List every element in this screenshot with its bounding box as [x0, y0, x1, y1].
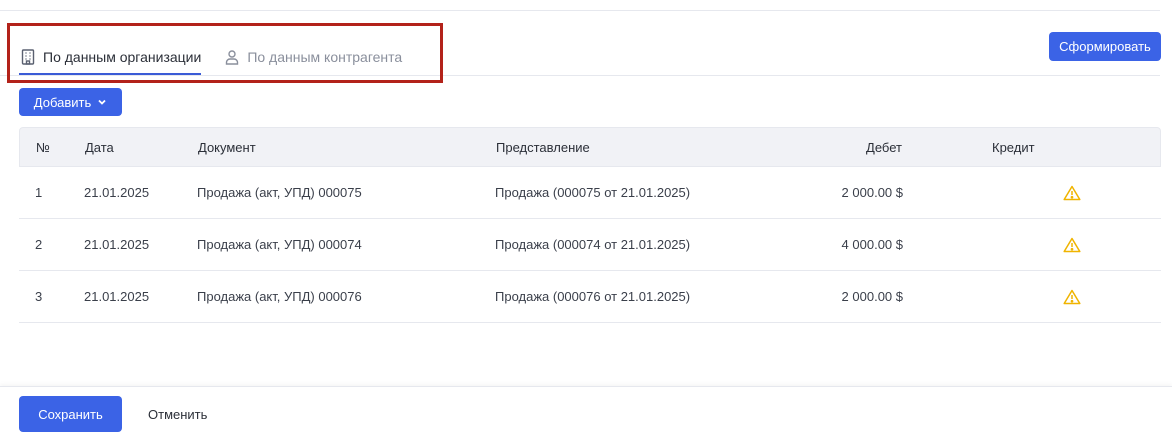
warning-icon — [1063, 271, 1081, 322]
row-document: Продажа (акт, УПД) 000076 — [197, 289, 362, 304]
form-button[interactable]: Сформировать — [1049, 32, 1161, 61]
row-debit: 2 000.00 $ — [841, 289, 903, 304]
row-date: 21.01.2025 — [84, 289, 150, 304]
table-header: № Дата Документ Представление Дебет Кред… — [19, 127, 1161, 167]
row-date: 21.01.2025 — [84, 185, 150, 200]
table-row[interactable]: 1 21.01.2025 Продажа (акт, УПД) 000075 П… — [19, 167, 1161, 219]
add-dropdown-button[interactable]: Добавить — [19, 88, 122, 116]
chevron-down-icon — [97, 97, 107, 107]
tab-counterparty[interactable]: По данным контрагента — [223, 38, 402, 75]
table-row[interactable]: 2 21.01.2025 Продажа (акт, УПД) 000074 П… — [19, 219, 1161, 271]
row-document: Продажа (акт, УПД) 000074 — [197, 237, 362, 252]
entries-table: № Дата Документ Представление Дебет Кред… — [19, 127, 1161, 323]
row-num: 1 — [35, 185, 43, 200]
footer-bar: Сохранить Отменить — [0, 386, 1172, 436]
header-credit: Кредит — [992, 139, 1035, 155]
warning-icon — [1063, 167, 1081, 218]
tab-counterparty-label: По данным контрагента — [247, 48, 403, 65]
header-representation: Представление — [496, 139, 590, 155]
row-representation: Продажа (000074 от 21.01.2025) — [495, 237, 691, 252]
tab-bar: По данным организации По данным контраге… — [19, 38, 402, 76]
row-num: 3 — [35, 289, 43, 304]
header-debit: Дебет — [866, 139, 902, 155]
warning-icon — [1063, 219, 1081, 270]
person-icon — [223, 48, 241, 66]
save-button[interactable]: Сохранить — [19, 396, 122, 432]
row-date: 21.01.2025 — [84, 237, 150, 252]
add-button-label: Добавить — [33, 94, 92, 110]
tabs-divider — [0, 75, 1160, 76]
row-num: 2 — [35, 237, 43, 252]
cancel-button[interactable]: Отменить — [148, 396, 207, 432]
tab-organization[interactable]: По данным организации — [19, 38, 202, 75]
row-debit: 2 000.00 $ — [841, 185, 903, 200]
row-document: Продажа (акт, УПД) 000075 — [197, 185, 362, 200]
tab-organization-label: По данным организации — [43, 48, 202, 65]
row-representation: Продажа (000076 от 21.01.2025) — [495, 289, 691, 304]
table-row[interactable]: 3 21.01.2025 Продажа (акт, УПД) 000076 П… — [19, 271, 1161, 323]
header-date: Дата — [85, 139, 114, 155]
top-divider — [0, 10, 1160, 11]
row-representation: Продажа (000075 от 21.01.2025) — [495, 185, 691, 200]
building-icon — [19, 48, 37, 66]
row-debit: 4 000.00 $ — [841, 237, 903, 252]
header-num: № — [36, 139, 50, 155]
header-document: Документ — [198, 139, 256, 155]
